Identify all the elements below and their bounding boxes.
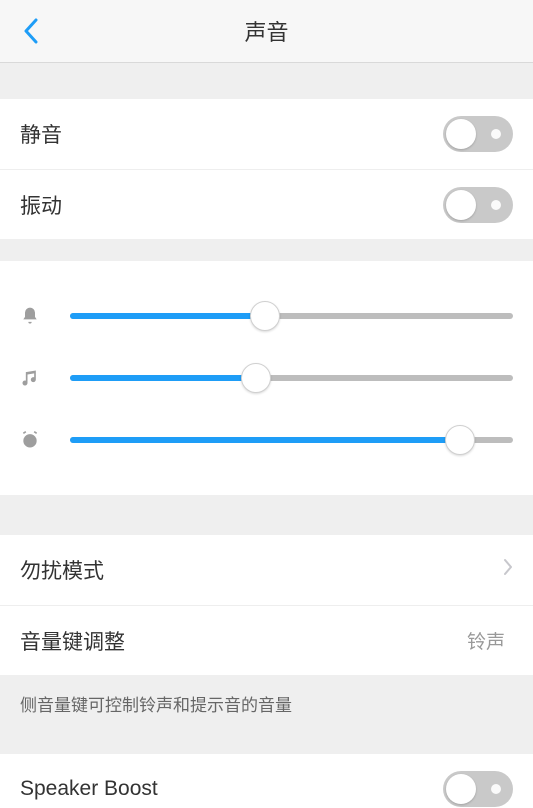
volumekey-value: 铃声: [467, 627, 505, 654]
ring-slider[interactable]: [70, 313, 513, 319]
spacer: [0, 63, 533, 99]
music-icon: [20, 368, 62, 388]
mute-row: 静音: [0, 99, 533, 169]
spacer: [0, 495, 533, 535]
bell-icon: [20, 306, 62, 326]
speaker-group: Speaker Boost: [0, 754, 533, 808]
volumekey-label: 音量键调整: [20, 626, 467, 656]
mute-label: 静音: [20, 119, 443, 149]
ring-slider-row: [20, 285, 513, 347]
media-slider[interactable]: [70, 375, 513, 381]
slider-thumb[interactable]: [445, 425, 475, 455]
volumekey-note: 侧音量键可控制铃声和提示音的音量: [0, 675, 533, 732]
chevron-right-icon: [503, 558, 513, 582]
page-title: 声音: [0, 15, 533, 47]
back-button[interactable]: [18, 18, 44, 44]
slider-group: [0, 261, 533, 495]
media-slider-row: [20, 347, 513, 409]
vibrate-row: 振动: [0, 169, 533, 239]
settings-group: 勿扰模式 音量键调整 铃声: [0, 535, 533, 675]
spacer: [0, 732, 533, 754]
toggle-group: 静音 振动: [0, 99, 533, 239]
header: 声音: [0, 0, 533, 63]
volumekey-row[interactable]: 音量键调整 铃声: [0, 605, 533, 675]
alarm-slider[interactable]: [70, 437, 513, 443]
speaker-boost-row: Speaker Boost: [0, 754, 533, 808]
slider-thumb[interactable]: [241, 363, 271, 393]
speaker-boost-label: Speaker Boost: [20, 777, 443, 801]
speaker-boost-toggle[interactable]: [443, 771, 513, 807]
slider-thumb[interactable]: [250, 301, 280, 331]
spacer: [0, 239, 533, 261]
dnd-label: 勿扰模式: [20, 555, 503, 585]
chevron-left-icon: [23, 18, 39, 44]
alarm-icon: [20, 430, 62, 450]
mute-toggle[interactable]: [443, 116, 513, 152]
vibrate-toggle[interactable]: [443, 187, 513, 223]
alarm-slider-row: [20, 409, 513, 471]
vibrate-label: 振动: [20, 190, 443, 220]
dnd-row[interactable]: 勿扰模式: [0, 535, 533, 605]
